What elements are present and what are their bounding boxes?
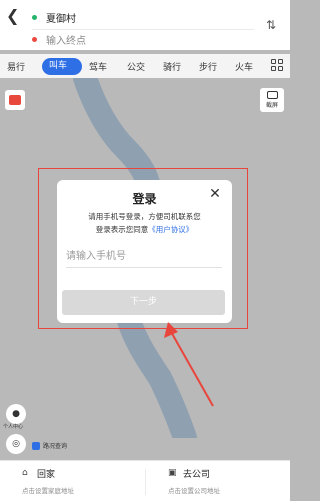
shortcut-bar: ⌂ 回家 点击设置家庭地址 ▣ 去公司 点击设置公司地址: [0, 460, 290, 501]
divider: [145, 469, 146, 495]
user-agreement-link[interactable]: 《用户协议》: [148, 225, 193, 234]
home-title: 回家: [37, 470, 56, 480]
locate-button[interactable]: ◎: [6, 434, 26, 454]
profile-icon: ●: [12, 409, 20, 419]
tab-mode-3[interactable]: 公交: [120, 60, 156, 73]
back-icon[interactable]: ❮: [6, 6, 22, 26]
locate-icon: ◎: [12, 439, 20, 449]
tab-mode-1[interactable]: 叫车: [42, 57, 82, 75]
close-icon[interactable]: ✕: [208, 187, 222, 201]
dialog-desc-line1: 请用手机号登录，方便司机联系您: [88, 212, 201, 221]
arrow-annotation: [164, 322, 214, 407]
work-shortcut[interactable]: ▣ 去公司 点击设置公司地址: [168, 467, 220, 496]
start-dot-icon: [32, 14, 37, 20]
briefcase-icon: ▣: [168, 468, 177, 478]
home-subtitle: 点击设置家庭地址: [22, 487, 74, 495]
tab-mode-2[interactable]: 驾车: [82, 60, 120, 73]
dialog-desc-line2-text: 登录表示您同意: [95, 225, 149, 234]
home-icon: ⌂: [22, 468, 28, 478]
end-row[interactable]: 输入终点: [32, 29, 254, 49]
next-button[interactable]: 下一步: [62, 290, 225, 315]
end-input[interactable]: 输入终点: [46, 32, 86, 47]
tab-mode-0[interactable]: 易行: [0, 60, 36, 73]
profile-label: 个人中心: [3, 424, 24, 430]
route-header: ❮ 夏御村 输入终点 ⇅: [0, 0, 290, 50]
swap-icon[interactable]: ⇅: [266, 18, 276, 32]
phone-input[interactable]: 请输入手机号: [66, 246, 222, 268]
start-location[interactable]: 夏御村: [46, 10, 76, 25]
tab-mode-4[interactable]: 骑行: [156, 60, 192, 73]
tab-mode-5[interactable]: 步行: [192, 60, 228, 73]
profile-button[interactable]: ●: [6, 404, 26, 424]
screenshot-icon: [266, 91, 278, 99]
dialog-desc-line2: 登录表示您同意《用户协议》: [63, 223, 226, 236]
more-grid-icon[interactable]: [271, 59, 283, 71]
end-dot-icon: [32, 37, 37, 42]
ticket-icon[interactable]: [5, 90, 25, 110]
dialog-title: 登录: [132, 192, 157, 206]
traffic-toggle[interactable]: 路况查询: [32, 441, 67, 450]
work-title: 去公司: [183, 470, 211, 480]
travel-mode-tabs: 易行 叫车 驾车 公交 骑行 步行 火车: [0, 54, 290, 78]
login-dialog: 登录 ✕ 请用手机号登录，方便司机联系您 登录表示您同意《用户协议》 请输入手机…: [57, 180, 232, 323]
traffic-label: 路况查询: [43, 443, 68, 450]
home-shortcut[interactable]: ⌂ 回家 点击设置家庭地址: [22, 467, 74, 496]
dialog-description: 请用手机号登录，方便司机联系您 登录表示您同意《用户协议》: [63, 210, 226, 236]
screenshot-button[interactable]: 截屏: [260, 88, 284, 112]
start-row[interactable]: 夏御村: [32, 7, 254, 27]
tab-mode-6[interactable]: 火车: [228, 60, 266, 73]
traffic-icon: [32, 441, 40, 450]
work-subtitle: 点击设置公司地址: [168, 487, 220, 495]
screenshot-label: 截屏: [265, 102, 278, 109]
